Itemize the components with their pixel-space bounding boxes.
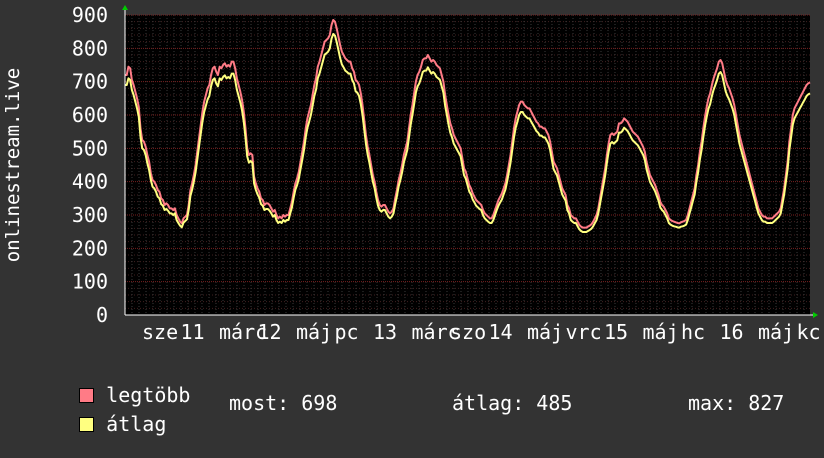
x-tick-label: máj xyxy=(527,320,563,344)
legend-item-atlag: átlag xyxy=(31,391,166,457)
chart-container: 0 100 200 300 400 500 600 700 800 900 sze 11 márc 12… xyxy=(0,0,824,435)
y-tick-label: 600 xyxy=(72,103,108,127)
x-tick-label: máj xyxy=(296,320,332,344)
y-axis-ticks: 0 100 200 300 400 500 600 700 800 900 xyxy=(72,3,108,327)
x-axis-arrow xyxy=(813,312,818,318)
x-tick-label: 15 xyxy=(604,320,628,344)
x-tick-label: pc xyxy=(335,320,359,344)
x-tick-label: kc xyxy=(797,320,821,344)
stat-max: max: 827 xyxy=(688,391,785,415)
y-tick-label: 0 xyxy=(96,303,108,327)
x-axis-ticks: sze 11 márc12 máj pc 13 márcszo 14 máj vrc 15 máj hc… xyxy=(142,320,821,344)
x-tick-label: 12 xyxy=(258,320,282,344)
y-tick-label: 900 xyxy=(72,3,108,27)
stat-current: most: 698 xyxy=(229,391,338,415)
y-tick-label: 100 xyxy=(72,270,108,294)
y-tick-label: 400 xyxy=(72,170,108,194)
y-tick-label: 300 xyxy=(72,203,108,227)
y-tick-label: 800 xyxy=(72,36,108,60)
x-tick-label: sze xyxy=(142,320,178,344)
x-tick-label: máj xyxy=(758,320,794,344)
x-tick-label: 13 xyxy=(373,320,397,344)
x-tick-label: hc xyxy=(681,320,705,344)
y-axis-label: onlinestream.live xyxy=(2,68,24,262)
x-tick-label: szo xyxy=(450,320,486,344)
legend-label-atlag: átlag xyxy=(106,412,167,436)
x-tick-label: 14 xyxy=(489,320,513,344)
y-axis-arrow xyxy=(122,5,128,10)
x-tick-label: 11 xyxy=(181,320,205,344)
x-tick-label: máj xyxy=(643,320,679,344)
x-tick-label: vrc xyxy=(566,320,602,344)
y-tick-label: 500 xyxy=(72,136,108,160)
x-tick-label: 16 xyxy=(720,320,744,344)
y-tick-label: 700 xyxy=(72,70,108,94)
stat-average: átlag: 485 xyxy=(452,391,573,415)
y-tick-label: 200 xyxy=(72,236,108,260)
